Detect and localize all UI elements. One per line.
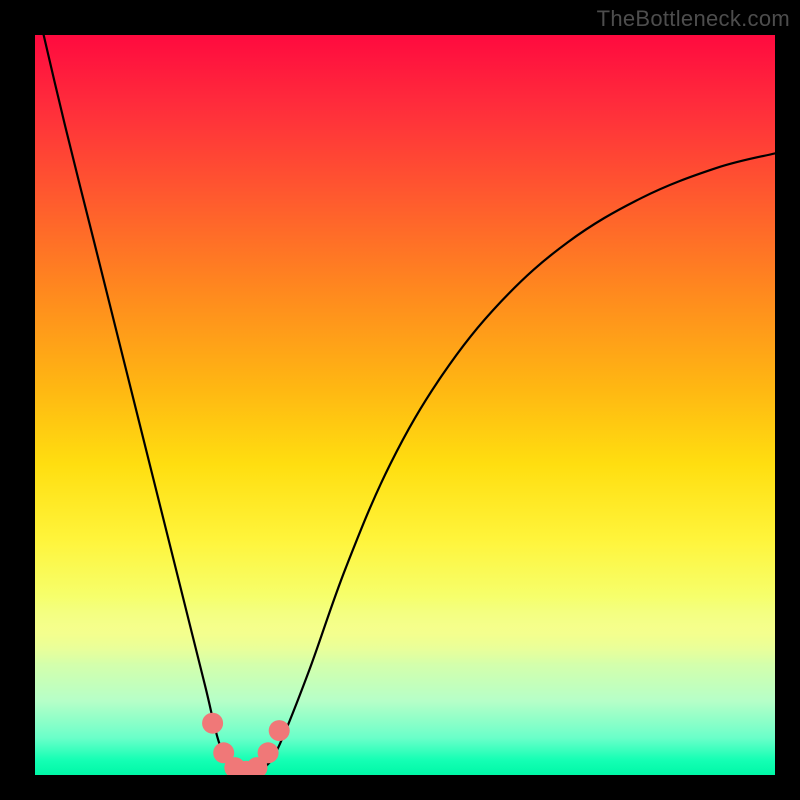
marker-dot xyxy=(258,742,279,763)
marker-dot xyxy=(269,720,290,741)
bottleneck-curve xyxy=(35,35,775,775)
curve-svg xyxy=(35,35,775,775)
watermark-text: TheBottleneck.com xyxy=(597,6,790,32)
chart-frame: TheBottleneck.com xyxy=(0,0,800,800)
plot-area xyxy=(35,35,775,775)
marker-group xyxy=(202,713,290,775)
marker-dot xyxy=(202,713,223,734)
